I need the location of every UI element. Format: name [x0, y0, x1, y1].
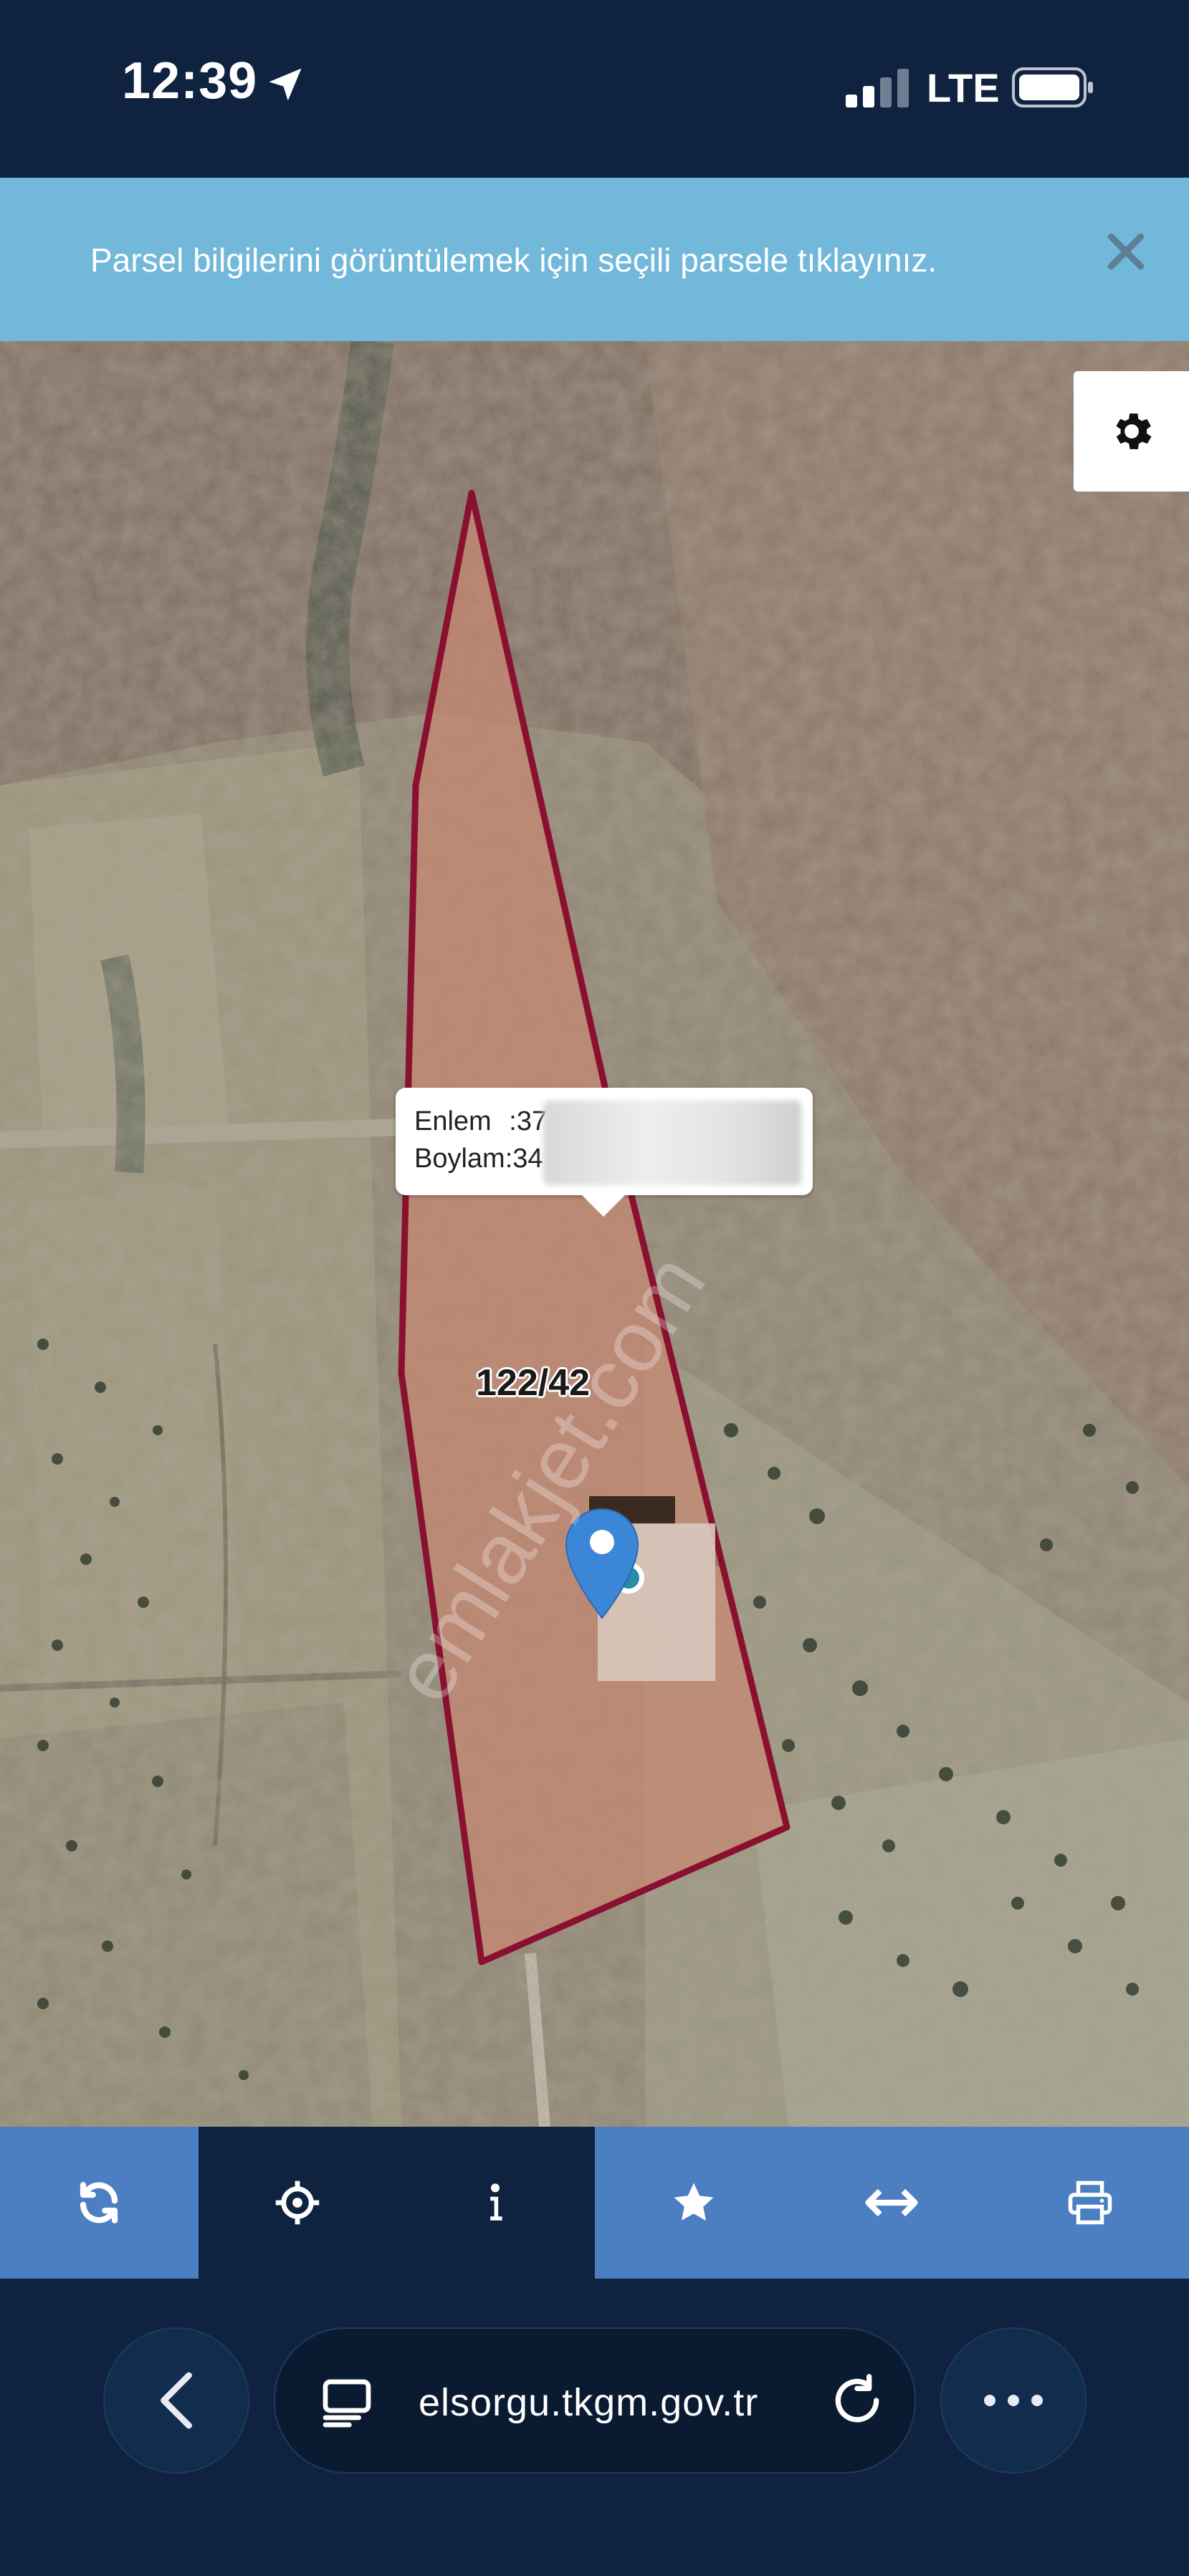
- longitude-value: 34: [512, 1144, 543, 1174]
- longitude-label: Boylam:: [414, 1144, 513, 1174]
- print-icon: [1068, 2180, 1112, 2225]
- chevron-left-icon: [161, 2372, 192, 2429]
- satellite-map[interactable]: emlakjet.com: [0, 341, 1189, 2127]
- map-imagery: [0, 341, 1189, 2127]
- page-menu-icon[interactable]: [318, 2375, 376, 2432]
- gear-icon: [1115, 413, 1151, 449]
- status-time: 12:39: [122, 52, 258, 110]
- coordinate-popup: Enlem :37 Boylam:34: [396, 1088, 813, 1217]
- parcel-number-label[interactable]: 122/42: [476, 1361, 590, 1404]
- refresh-icon: [80, 2182, 118, 2223]
- battery-icon: [1012, 67, 1093, 107]
- cellular-signal-icon: [846, 69, 909, 107]
- reload-icon[interactable]: [829, 2372, 886, 2429]
- close-icon[interactable]: [1104, 229, 1148, 274]
- measure-icon: [865, 2188, 918, 2217]
- favorite-button[interactable]: [594, 2127, 793, 2279]
- info-button[interactable]: [396, 2127, 595, 2279]
- map-toolbar: [0, 2127, 1189, 2279]
- browser-bar: elsorgu.tkgm.gov.tr: [0, 2279, 1189, 2576]
- back-button[interactable]: [103, 2327, 249, 2474]
- crosshair-icon: [275, 2180, 319, 2225]
- redacted-coordinates: [543, 1101, 801, 1185]
- banner-message: Parsel bilgilerini görüntülemek için seç…: [90, 241, 937, 279]
- latitude-value: :37: [509, 1106, 548, 1136]
- latitude-label: Enlem: [414, 1106, 492, 1136]
- star-icon: [674, 2183, 714, 2221]
- measure-button[interactable]: [793, 2127, 991, 2279]
- location-arrow-icon: [269, 68, 302, 101]
- locate-button[interactable]: [198, 2127, 396, 2279]
- info-icon: [490, 2183, 502, 2221]
- network-type: LTE: [927, 65, 1000, 110]
- refresh-button[interactable]: [0, 2127, 199, 2279]
- longitude-row: Boylam:34: [414, 1144, 543, 1174]
- address-bar[interactable]: elsorgu.tkgm.gov.tr: [274, 2327, 916, 2474]
- more-button[interactable]: [940, 2327, 1087, 2474]
- status-bar: 12:39 LTE: [0, 0, 1189, 178]
- url-text: elsorgu.tkgm.gov.tr: [419, 2381, 759, 2424]
- info-banner: Parsel bilgilerini görüntülemek için seç…: [0, 178, 1189, 341]
- latitude-row: Enlem :37: [414, 1106, 547, 1137]
- print-button[interactable]: [990, 2127, 1189, 2279]
- map-settings-button[interactable]: [1074, 371, 1189, 492]
- more-icon: [984, 2395, 1043, 2406]
